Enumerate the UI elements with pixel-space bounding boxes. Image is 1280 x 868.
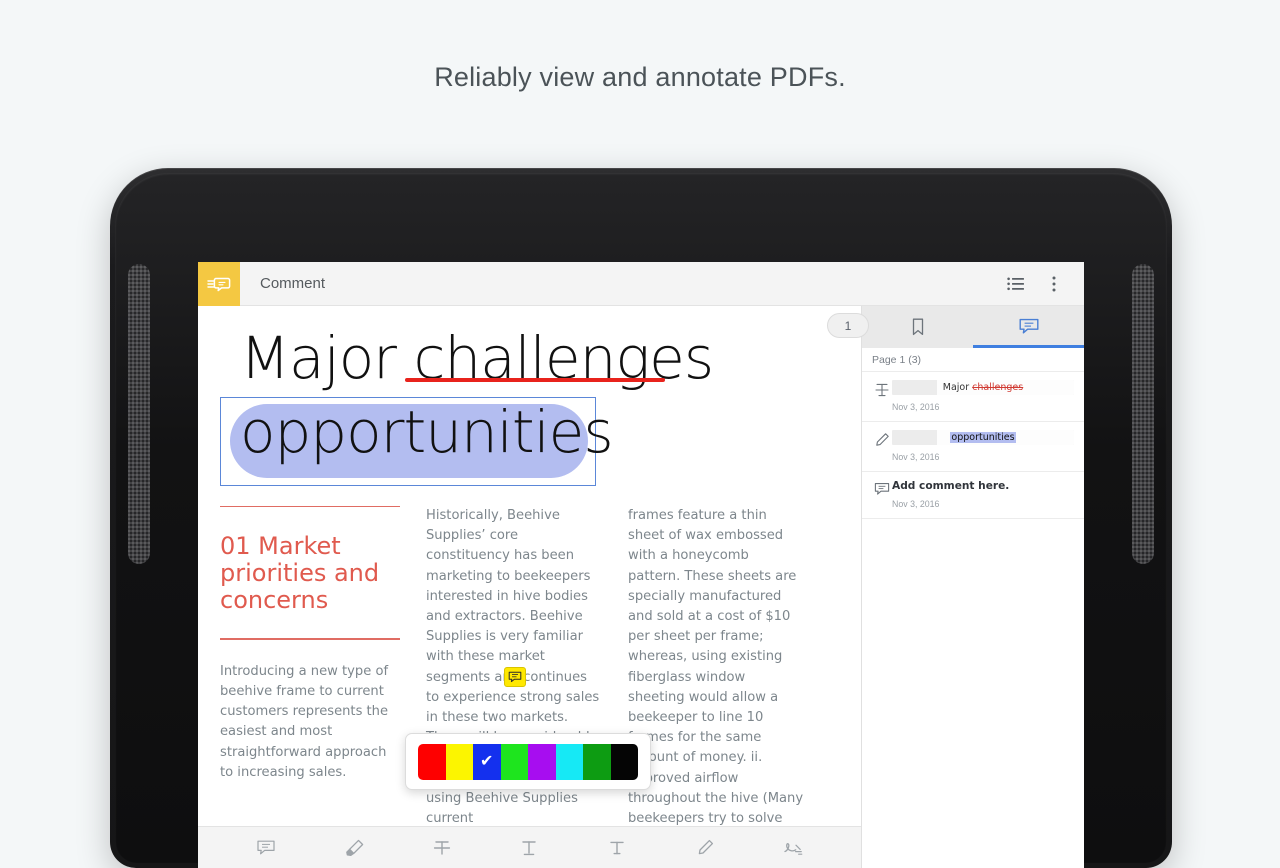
text-tool-button[interactable] [600,831,634,865]
pencil-icon [698,839,714,854]
color-swatch-blue[interactable]: ✔ [473,743,501,780]
column-1-body: Introducing a new type of beehive frame … [220,663,389,780]
comment-preview-text: Major challenges [942,382,1024,393]
comment-type-icon-wrap [872,430,892,448]
comment-item-text: Add comment here. [892,480,1010,492]
comment-item-preview: Major challenges [892,380,1074,395]
topbar-title: Comment [260,275,326,292]
comment-list-item[interactable]: Major challenges Nov 3, 2016 [862,372,1084,422]
column-2: Historically, Beehive Supplies’ core con… [426,506,602,868]
topbar-actions [1000,268,1084,300]
speaker-grille-right [1132,264,1154,564]
more-options-button[interactable] [1038,268,1070,300]
strikethrough-tool-button[interactable] [425,831,459,865]
highlight-tool-button[interactable] [337,831,371,865]
sidebar-tab-comments[interactable] [973,306,1084,348]
column-3-body: frames feature a thin sheet of wax embos… [628,508,804,866]
inline-sticky-note-annotation[interactable] [504,667,526,687]
draw-tool-button[interactable] [688,831,722,865]
document-pane[interactable]: Major challenges opportunities 01 Market… [198,306,861,868]
comment-item-body: opportunities Nov 3, 2016 [892,430,1074,462]
underline-icon [522,840,537,855]
pdf-page: Major challenges opportunities 01 Market… [198,306,861,868]
color-swatch-black[interactable] [610,743,638,780]
comment-menu-icon [207,277,231,291]
color-swatch-purple[interactable] [528,743,556,780]
comment-item-date: Nov 3, 2016 [892,452,940,462]
highlighter-icon [345,839,364,856]
annotation-toolbar [198,826,861,868]
speaker-grille-left [128,264,150,564]
document-columns: 01 Market priorities and concerns Introd… [220,506,847,868]
comment-list-item[interactable]: Add comment here. Nov 3, 2016 [862,472,1084,519]
sidebar-tabs: 1 [827,306,1084,348]
color-swatch-yellow[interactable] [445,743,473,780]
selected-check-icon: ✔ [480,752,494,770]
comment-type-icon-wrap [872,480,892,497]
comment-item-body: Add comment here. Nov 3, 2016 [892,480,1074,509]
text-icon [610,841,624,854]
sidebar-page-header: Page 1 (3) [862,348,1084,372]
color-swatch-list: ✔ [418,743,638,780]
color-swatch-red[interactable] [418,743,446,780]
list-view-button[interactable] [1000,268,1032,300]
more-vertical-icon [1052,276,1056,291]
comment-preview-text: opportunities [950,432,1016,443]
comments-sidebar: 1 Page 1 (3) Major challenges Nov 3, 201… [827,306,1084,868]
color-swatch-cyan[interactable] [555,743,583,780]
comment-tool-button[interactable] [249,831,283,865]
comment-menu-button[interactable] [198,262,240,306]
underline-tool-button[interactable] [512,831,546,865]
color-swatch-dark-green[interactable] [583,743,611,780]
comment-item-body: Major challenges Nov 3, 2016 [892,380,1074,412]
sticky-note-icon [508,671,522,683]
tablet-screen: Comment Major challenges opportunities 0… [198,262,1084,868]
strikethrough-icon [433,840,450,855]
section-rule-bottom [220,638,400,640]
column-3: frames feature a thin sheet of wax embos… [628,506,804,868]
comment-list-item[interactable]: opportunities Nov 3, 2016 [862,422,1084,472]
headline-line-2: opportunities [240,398,614,466]
tablet-device-frame: Comment Major challenges opportunities 0… [110,168,1172,868]
signature-tool-button[interactable] [776,831,810,865]
strikethrough-text-icon [875,383,889,397]
comment-item-preview: opportunities [892,430,1074,445]
comment-item-date: Nov 3, 2016 [892,499,940,509]
document-headline-area: Major challenges opportunities [220,324,839,486]
comment-type-icon-wrap [872,380,892,398]
comment-list: Major challenges Nov 3, 2016 opportunities… [862,372,1084,519]
bookmark-icon [912,318,923,336]
signature-icon [784,842,803,855]
sidebar-tab-bookmarks[interactable] [862,306,973,348]
pen-edit-icon [876,433,889,446]
comment-bubble-icon [874,483,890,495]
color-palette-popup[interactable]: ✔ [405,733,651,790]
comment-item-date: Nov 3, 2016 [892,402,940,412]
color-swatch-green[interactable] [500,743,528,780]
section-title: 01 Market priorities and concerns [220,532,380,615]
promo-headline: Reliably view and annotate PDFs. [434,62,846,92]
column-1: 01 Market priorities and concerns Introd… [220,506,400,868]
app-topbar: Comment [198,262,1084,306]
list-view-icon [1007,277,1024,290]
comment-bubble-icon [257,840,275,854]
page-number-pill[interactable]: 1 [827,313,869,338]
strikethrough-annotation[interactable] [405,378,665,382]
comment-icon [1019,318,1038,334]
app-body: Major challenges opportunities 01 Market… [198,306,1084,868]
section-rule-top [220,506,400,508]
